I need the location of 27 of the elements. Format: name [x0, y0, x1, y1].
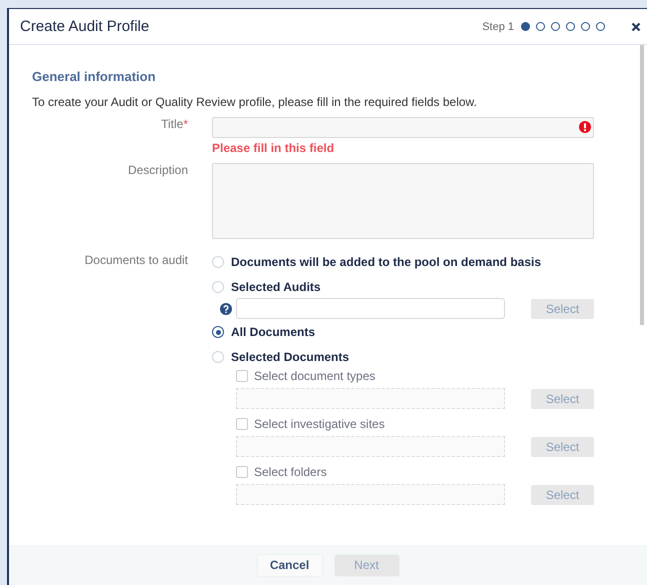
checkbox[interactable] — [236, 466, 248, 478]
dialog-title: Create Audit Profile — [20, 18, 150, 35]
option-label[interactable]: Selected Documents — [231, 350, 350, 364]
checkbox-label[interactable]: Select folders — [254, 465, 327, 479]
option-label[interactable]: Selected Audits — [231, 280, 321, 294]
scrollbar[interactable] — [640, 45, 644, 325]
option-label[interactable]: All Documents — [231, 325, 316, 339]
audits-field[interactable] — [236, 298, 505, 319]
error-icon — [579, 121, 591, 133]
checkbox-label[interactable]: Select document types — [254, 369, 376, 383]
checkbox[interactable] — [236, 418, 248, 430]
field-label: Documents to audit — [84, 253, 188, 267]
checkbox[interactable] — [236, 370, 248, 382]
description-field[interactable] — [212, 163, 594, 239]
intro-text: To create your Audit or Quality Review profile, please fill in the required fields below. — [32, 95, 478, 109]
help-icon[interactable] — [220, 302, 232, 314]
error-message: Please fill in this field — [212, 141, 336, 155]
section-title: General information — [32, 69, 157, 84]
title-field[interactable] — [212, 117, 594, 138]
checkbox-label[interactable]: Select investigative sites — [254, 417, 385, 431]
step-label: Step 1 — [482, 20, 514, 32]
field-label: Description — [128, 163, 188, 177]
field-label: Title* — [161, 117, 188, 131]
cancel-button[interactable]: Cancel — [258, 554, 322, 576]
close-icon[interactable] — [631, 22, 641, 32]
radio-button[interactable] — [212, 326, 224, 338]
option-label[interactable]: Documents will be added to the pool on demand basis — [231, 255, 542, 269]
